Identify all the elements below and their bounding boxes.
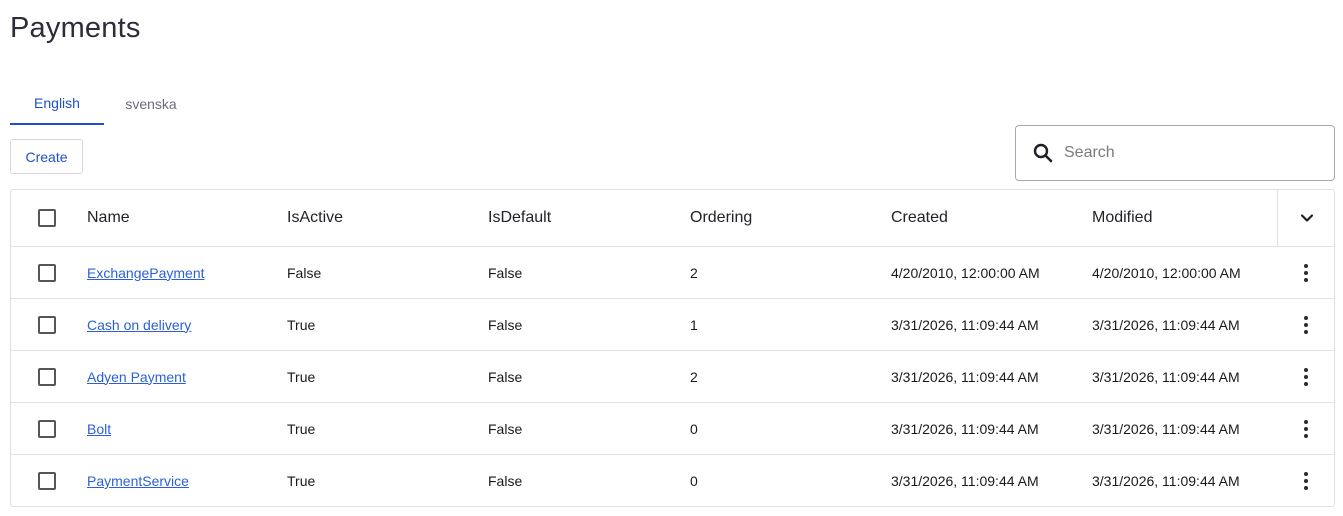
row-checkbox[interactable] [38,367,56,386]
table-row: Cash on delivery True False 1 3/31/2026,… [11,299,1334,351]
isdefault-cell: False [488,420,523,437]
table-row: Bolt True False 0 3/31/2026, 11:09:44 AM… [11,403,1334,455]
created-cell: 3/31/2026, 11:09:44 AM [891,473,1039,489]
payment-name-link[interactable]: ExchangePayment [87,265,205,281]
column-header-name[interactable]: Name [87,190,130,246]
more-options-icon[interactable] [1298,366,1314,388]
language-tabs: English svenska [10,82,198,125]
isactive-cell: True [287,368,316,385]
isactive-cell: False [287,264,322,281]
table-row: PaymentService True False 0 3/31/2026, 1… [11,455,1334,507]
modified-cell: 3/31/2026, 11:09:44 AM [1092,473,1240,489]
search-icon [1032,142,1054,164]
isactive-cell: True [287,473,316,489]
create-button[interactable]: Create [10,139,83,174]
created-cell: 3/31/2026, 11:09:44 AM [891,420,1039,437]
modified-cell: 4/20/2010, 12:00:00 AM [1092,264,1241,281]
isdefault-cell: False [488,473,523,489]
column-header-modified[interactable]: Modified [1092,190,1152,246]
column-header-created[interactable]: Created [891,190,948,246]
modified-cell: 3/31/2026, 11:09:44 AM [1092,316,1240,333]
table-header-row: Name IsActive IsDefault Ordering Created… [11,190,1334,247]
chevron-down-icon[interactable] [1300,213,1314,223]
ordering-cell: 2 [690,368,698,385]
modified-cell: 3/31/2026, 11:09:44 AM [1092,368,1240,385]
row-checkbox[interactable] [38,263,56,282]
payments-table: Name IsActive IsDefault Ordering Created… [10,189,1335,507]
ordering-cell: 2 [690,264,698,281]
isactive-cell: True [287,420,316,437]
isdefault-cell: False [488,368,523,385]
ordering-cell: 0 [690,473,698,489]
payment-name-link[interactable]: Cash on delivery [87,317,191,333]
created-cell: 4/20/2010, 12:00:00 AM [891,264,1040,281]
search-input[interactable] [1064,144,1324,162]
modified-cell: 3/31/2026, 11:09:44 AM [1092,420,1240,437]
isactive-cell: True [287,316,316,333]
more-options-icon[interactable] [1298,314,1314,336]
created-cell: 3/31/2026, 11:09:44 AM [891,368,1039,385]
more-options-icon[interactable] [1298,418,1314,440]
more-options-icon[interactable] [1298,262,1314,284]
table-row: ExchangePayment False False 2 4/20/2010,… [11,247,1334,299]
search-box[interactable] [1015,125,1335,181]
tab-english[interactable]: English [10,82,104,125]
table-row: Adyen Payment True False 2 3/31/2026, 11… [11,351,1334,403]
payment-name-link[interactable]: Bolt [87,421,111,437]
payment-name-link[interactable]: Adyen Payment [87,369,186,385]
page-title: Payments [10,12,141,44]
column-header-isactive[interactable]: IsActive [287,190,343,246]
column-header-isdefault[interactable]: IsDefault [488,190,551,246]
column-header-ordering[interactable]: Ordering [690,190,752,246]
tab-svenska[interactable]: svenska [104,82,198,125]
isdefault-cell: False [488,316,523,333]
row-checkbox[interactable] [38,315,56,334]
created-cell: 3/31/2026, 11:09:44 AM [891,316,1039,333]
isdefault-cell: False [488,264,523,281]
more-options-icon[interactable] [1298,470,1314,492]
row-checkbox[interactable] [38,472,56,490]
ordering-cell: 1 [690,316,698,333]
row-checkbox[interactable] [38,419,56,438]
ordering-cell: 0 [690,420,698,437]
payment-name-link[interactable]: PaymentService [87,473,189,489]
select-all-checkbox[interactable] [38,209,56,227]
